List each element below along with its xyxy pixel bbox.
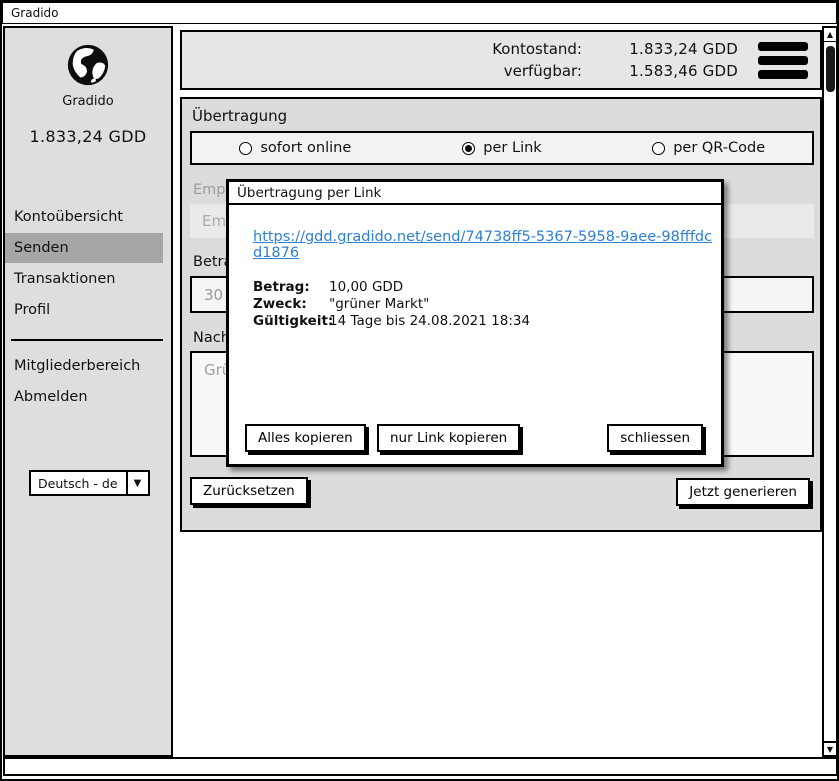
modal-title: Übertragung per Link: [229, 182, 721, 205]
nur-link-kopieren-button[interactable]: nur Link kopieren: [377, 424, 520, 452]
detail-row-zweck: Zweck: "grüner Markt": [253, 296, 721, 313]
radio-label: sofort online: [260, 140, 351, 156]
sidebar-divider: [11, 339, 163, 341]
radio-label: per QR-Code: [673, 140, 765, 156]
kontostand-label: Kontostand:: [492, 40, 582, 58]
radio-checked-icon[interactable]: [462, 142, 475, 155]
detail-row-gueltigkeit: Gültigkeit: 14 Tage bis 24.08.2021 18:34: [253, 313, 721, 330]
detail-label: Zweck:: [253, 296, 329, 313]
sidebar: Gradido 1.833,24 GDD Kontoübersicht Send…: [3, 26, 173, 757]
balance-summary: Kontostand: 1.833,24 GDD verfügbar: 1.58…: [492, 40, 738, 80]
sidebar-item-profil[interactable]: Profil: [5, 295, 171, 325]
kontostand-value: 1.833,24 GDD: [608, 40, 738, 58]
window-titlebar: Gradido: [2, 2, 837, 24]
globe-icon: [65, 42, 111, 88]
alles-kopieren-button[interactable]: Alles kopieren: [245, 424, 366, 452]
kontostand-row: Kontostand: 1.833,24 GDD: [492, 40, 738, 58]
app-window: Gradido Gradido 1.833,24 GDD Kontoübersi…: [0, 0, 839, 781]
radio-unchecked-icon[interactable]: [652, 142, 665, 155]
link-details: Betrag: 10,00 GDD Zweck: "grüner Markt" …: [253, 279, 721, 330]
language-select[interactable]: Deutsch - de ▼: [29, 470, 150, 496]
logo: Gradido: [5, 42, 171, 109]
detail-label: Betrag:: [253, 279, 329, 296]
scroll-down-icon[interactable]: ▼: [824, 741, 836, 755]
radio-label: per Link: [483, 140, 541, 156]
zuruecksetzen-button[interactable]: Zurücksetzen: [190, 477, 308, 505]
sidebar-item-transaktionen[interactable]: Transaktionen: [5, 264, 171, 294]
sidebar-item-kontouebersicht[interactable]: Kontoübersicht: [5, 202, 171, 232]
status-bar: [3, 757, 838, 776]
detail-label: Gültigkeit:: [253, 313, 329, 330]
detail-value: 10,00 GDD: [329, 279, 403, 296]
radio-per-link[interactable]: per Link: [399, 140, 606, 156]
logo-label: Gradido: [5, 94, 171, 109]
account-header: Kontostand: 1.833,24 GDD verfügbar: 1.58…: [180, 30, 822, 90]
transfer-link[interactable]: https://gdd.gradido.net/send/74738ff5-53…: [253, 229, 721, 261]
hamburger-menu-icon[interactable]: [756, 40, 810, 81]
verfuegbar-value: 1.583,46 GDD: [608, 62, 738, 80]
scroll-up-icon[interactable]: ▲: [824, 28, 836, 42]
jetzt-generieren-button[interactable]: Jetzt generieren: [676, 478, 810, 506]
verfuegbar-row: verfügbar: 1.583,46 GDD: [492, 62, 738, 80]
panel-title: Übertragung: [192, 107, 820, 125]
detail-value: "grüner Markt": [329, 296, 429, 313]
radio-sofort-online[interactable]: sofort online: [192, 140, 399, 156]
radio-unchecked-icon[interactable]: [239, 142, 252, 155]
language-select-value: Deutsch - de: [31, 472, 126, 494]
detail-value: 14 Tage bis 24.08.2021 18:34: [329, 313, 530, 330]
sidebar-balance: 1.833,24 GDD: [5, 127, 171, 146]
window-title: Gradido: [11, 6, 59, 20]
sidebar-item-mitgliederbereich[interactable]: Mitgliederbereich: [5, 351, 171, 381]
vertical-scrollbar[interactable]: ▲ ▼: [822, 26, 838, 757]
radio-per-qr-code[interactable]: per QR-Code: [605, 140, 812, 156]
sidebar-menu: Kontoübersicht Senden Transaktionen Prof…: [5, 202, 171, 325]
schliessen-button[interactable]: schliessen: [607, 424, 703, 452]
detail-row-betrag: Betrag: 10,00 GDD: [253, 279, 721, 296]
verfuegbar-label: verfügbar:: [504, 62, 582, 80]
transfer-mode-radio-group: sofort online per Link per QR-Code: [190, 131, 814, 165]
chevron-down-icon[interactable]: ▼: [126, 472, 148, 494]
uebertragung-per-link-modal: Übertragung per Link https://gdd.gradido…: [226, 179, 724, 467]
sidebar-item-senden[interactable]: Senden: [5, 233, 163, 263]
sidebar-item-abmelden[interactable]: Abmelden: [5, 382, 171, 412]
scrollbar-thumb[interactable]: [826, 46, 835, 92]
